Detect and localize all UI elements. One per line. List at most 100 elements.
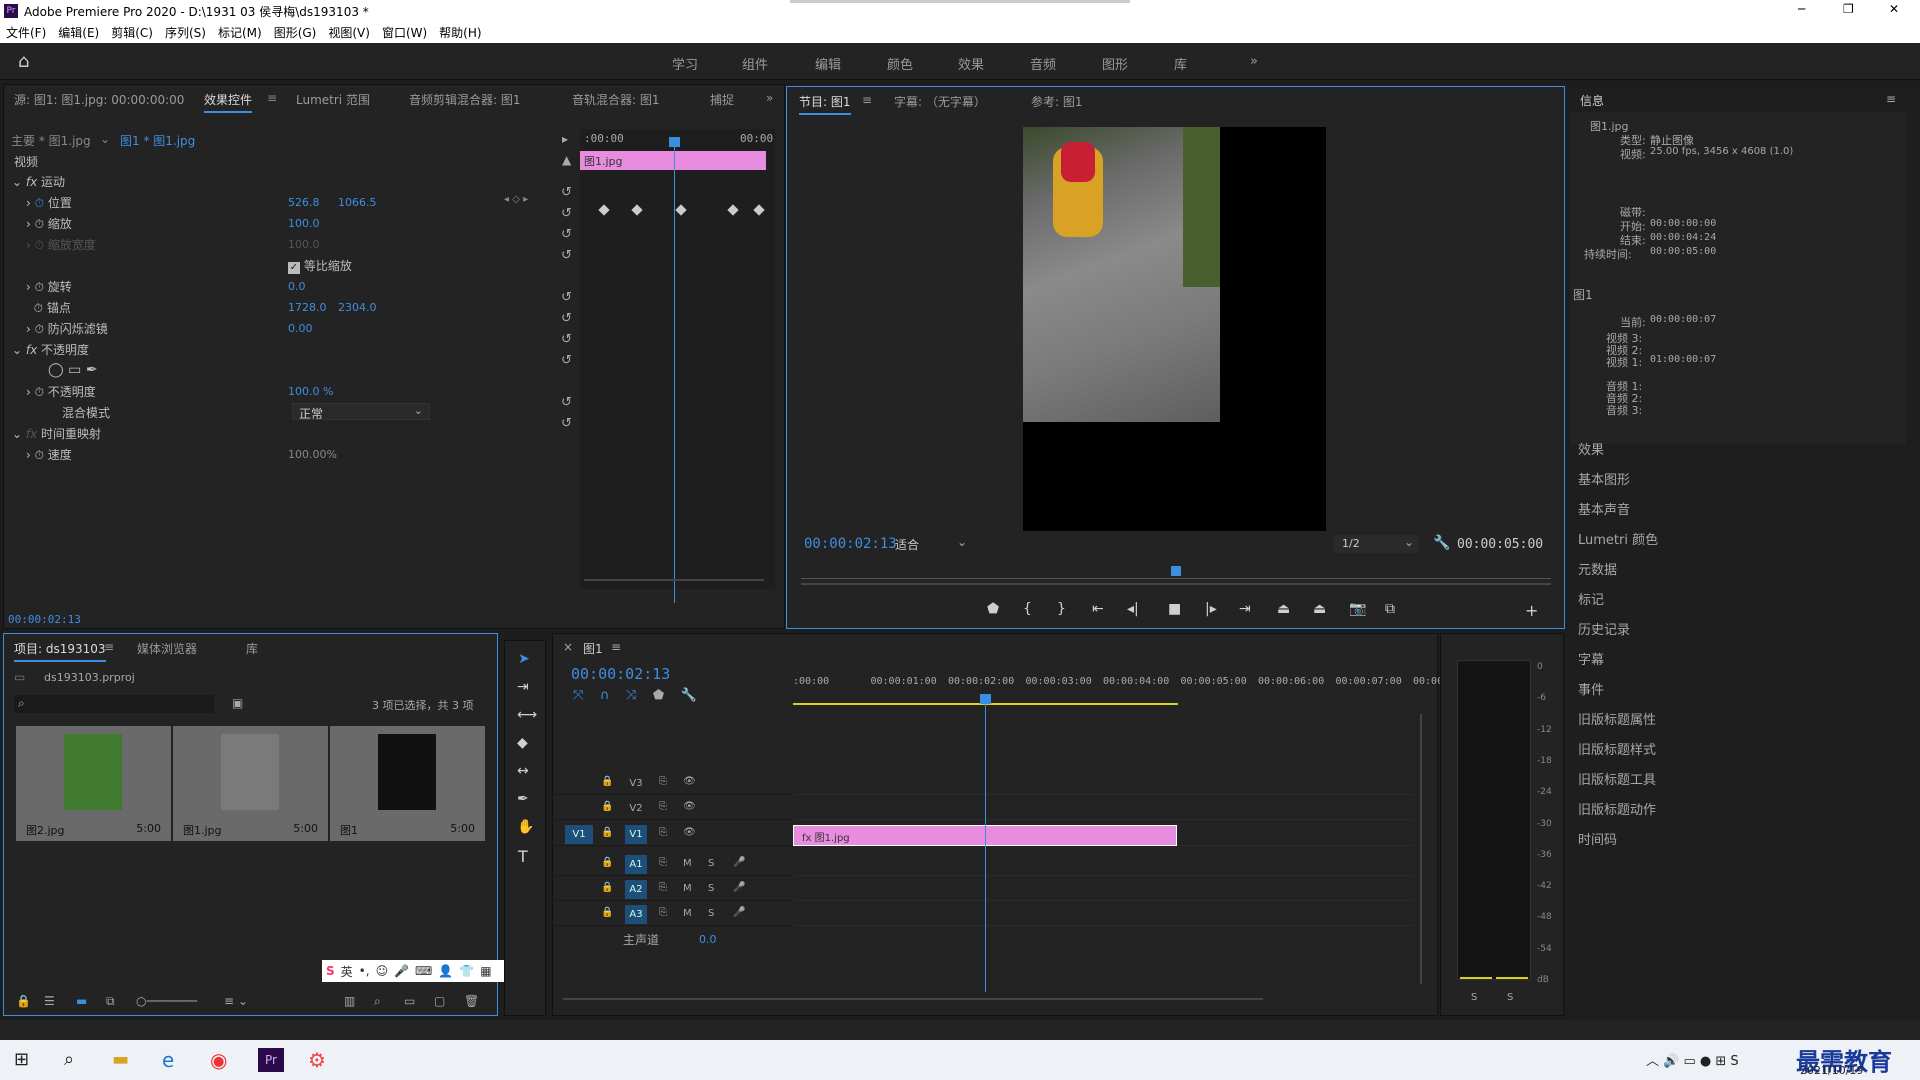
project-item[interactable]: 图1 5:00 <box>330 726 485 841</box>
track-lane[interactable] <box>793 904 1413 926</box>
workspace-tab[interactable]: 效果 <box>958 54 984 73</box>
lock-icon[interactable]: 🔒 <box>601 907 613 918</box>
mini-clip[interactable]: 图1.jpg <box>580 151 766 170</box>
menu-item[interactable]: 图形(G) <box>268 24 323 41</box>
add-marker-icon[interactable]: ⬟ <box>987 601 999 617</box>
position-x-value[interactable]: 526.8 <box>288 196 320 216</box>
fx-time-remap[interactable]: ⌄ fx 时间重映射 <box>12 425 101 445</box>
keyframe-icon[interactable] <box>727 204 739 216</box>
ec-timecode[interactable]: 00:00:02:13 <box>8 613 81 626</box>
tab-audio-clip-mixer[interactable]: 音频剪辑混合器: 图1 <box>409 91 521 108</box>
maximize-button[interactable]: ❐ <box>1843 2 1854 16</box>
play-triangle-icon[interactable]: ▸ <box>562 132 568 152</box>
track-label[interactable]: V2 <box>625 799 647 818</box>
right-panel-item[interactable]: 历史记录 <box>1578 619 1630 638</box>
master-volume-value[interactable]: 0.0 <box>699 933 717 946</box>
close-tab-icon[interactable]: × <box>563 640 573 654</box>
file-explorer-icon[interactable]: ▬ <box>112 1049 129 1070</box>
wrench-icon[interactable]: 🔧 <box>1433 535 1450 551</box>
reset-icon[interactable]: ↺ <box>561 248 572 263</box>
track-lane[interactable] <box>793 879 1413 901</box>
mini-scrollbar[interactable] <box>584 579 764 581</box>
new-item-icon[interactable]: ▢ <box>434 994 445 1008</box>
selection-tool-icon[interactable]: ➤ <box>518 651 530 667</box>
snap-nest-icon[interactable]: ⤧ <box>573 688 583 703</box>
lock-icon[interactable]: 🔒 <box>601 776 613 787</box>
tray-icons[interactable]: ︿ 🔊 ▭ ● ⊞ S <box>1646 1050 1739 1069</box>
hand-tool-icon[interactable]: ✋ <box>517 819 534 835</box>
zoom-slider[interactable]: ○─────── <box>136 994 197 1008</box>
reset-icon[interactable]: ↺ <box>561 206 572 221</box>
slip-tool-icon[interactable]: ↔ <box>517 763 529 779</box>
lock-icon[interactable]: 🔒 <box>16 994 31 1008</box>
track-label[interactable]: V1 <box>625 825 647 844</box>
checkbox-checked-icon[interactable]: ✓ <box>288 262 300 274</box>
grid-icon[interactable]: ▦ <box>480 964 491 978</box>
panel-menu-icon[interactable]: ≡ <box>611 640 621 654</box>
master-clip-label[interactable]: 主要 * 图1.jpg <box>11 132 91 152</box>
minimize-button[interactable]: ─ <box>1798 2 1805 16</box>
more-workspaces-icon[interactable]: » <box>1250 54 1258 69</box>
list-view-icon[interactable]: ☰ <box>44 994 55 1008</box>
uniform-scale[interactable]: ✓ 等比缩放 <box>288 257 352 277</box>
right-panel-item[interactable]: 旧版标题动作 <box>1578 799 1656 818</box>
right-panel-item[interactable]: 旧版标题工具 <box>1578 769 1656 788</box>
fit-select[interactable]: 适合 ⌄ <box>887 535 971 553</box>
right-panel-item[interactable]: 基本图形 <box>1578 469 1630 488</box>
workspace-tab[interactable]: 组件 <box>742 54 768 73</box>
project-item[interactable]: 图1.jpg 5:00 <box>173 726 328 841</box>
right-panel-item[interactable]: 标记 <box>1578 589 1604 608</box>
reset-icon[interactable]: ↺ <box>561 353 572 368</box>
workspace-tab[interactable]: 音频 <box>1030 54 1056 73</box>
right-panel-item[interactable]: 基本声音 <box>1578 499 1630 518</box>
lock-icon[interactable]: 🔒 <box>601 882 613 893</box>
go-to-in-icon[interactable]: ⇤ <box>1092 601 1104 617</box>
anchor-y-value[interactable]: 2304.0 <box>338 301 377 321</box>
toggle-sync-icon[interactable]: ⎘ <box>659 857 667 868</box>
track-label[interactable]: A2 <box>625 880 647 899</box>
solo-left-button[interactable]: S <box>1471 992 1477 1003</box>
toggle-sync-icon[interactable]: ⎘ <box>659 801 667 812</box>
chevron-down-icon[interactable]: ⌄ <box>100 132 110 152</box>
track-label[interactable]: V3 <box>625 774 647 793</box>
workspace-tab[interactable]: 图形 <box>1102 54 1128 73</box>
search-icon[interactable]: ⌕ <box>64 1049 74 1070</box>
program-playhead[interactable] <box>1171 566 1181 576</box>
tab-effect-controls[interactable]: 效果控件 <box>204 91 253 113</box>
ime-toolbar[interactable]: S 英 •, ☺ 🎤 ⌨ 👤 👕 ▦ <box>322 960 528 982</box>
add-marker-icon[interactable]: ⬟ <box>653 688 664 703</box>
keyframe-icon[interactable] <box>631 204 643 216</box>
menu-item[interactable]: 剪辑(C) <box>105 24 159 41</box>
timeline-tab[interactable]: 图1 <box>583 640 603 657</box>
panel-menu-icon[interactable]: ≡ <box>1886 92 1896 106</box>
menu-item[interactable]: 视图(V) <box>322 24 376 41</box>
menu-item[interactable]: 序列(S) <box>159 24 212 41</box>
mic-icon[interactable]: 🎤 <box>733 882 745 893</box>
keyframe-icon[interactable] <box>753 204 765 216</box>
mute-button[interactable]: M <box>683 858 692 869</box>
reset-icon[interactable]: ↺ <box>561 227 572 242</box>
toggle-sync-icon[interactable]: ⎘ <box>659 907 667 918</box>
sort-icon[interactable]: ≡ ⌄ <box>224 994 248 1008</box>
right-panel-item[interactable]: 元数据 <box>1578 559 1617 578</box>
lock-icon[interactable]: 🔒 <box>601 827 613 838</box>
panel-menu-icon[interactable]: ≡ <box>104 640 114 654</box>
program-zoom-bar[interactable] <box>801 583 1551 585</box>
emoji-icon[interactable]: ☺ <box>376 964 389 978</box>
compare-icon[interactable]: ⧉ <box>1385 601 1395 617</box>
right-panel-item[interactable]: 效果 <box>1578 439 1604 458</box>
trash-icon[interactable]: 🗑 <box>464 994 479 1008</box>
tab-lumetri-scopes[interactable]: Lumetri 范围 <box>296 91 370 108</box>
mic-icon[interactable]: 🎤 <box>394 964 409 978</box>
track-select-tool-icon[interactable]: ⇥ <box>517 679 529 695</box>
sequence-clip-label[interactable]: 图1 * 图1.jpg <box>120 132 195 152</box>
reset-icon[interactable]: ↺ <box>561 416 572 431</box>
solo-right-button[interactable]: S <box>1507 992 1513 1003</box>
reset-icon[interactable]: ↺ <box>561 395 572 410</box>
right-panel-item[interactable]: 旧版标题样式 <box>1578 739 1656 758</box>
reset-icon[interactable]: ↺ <box>561 290 572 305</box>
ime-language[interactable]: 英 <box>341 963 353 980</box>
step-forward-icon[interactable]: |▸ <box>1205 601 1217 617</box>
ripple-edit-tool-icon[interactable]: ⟷ <box>517 707 537 723</box>
rect-mask-icon[interactable]: ▭ <box>68 362 81 378</box>
